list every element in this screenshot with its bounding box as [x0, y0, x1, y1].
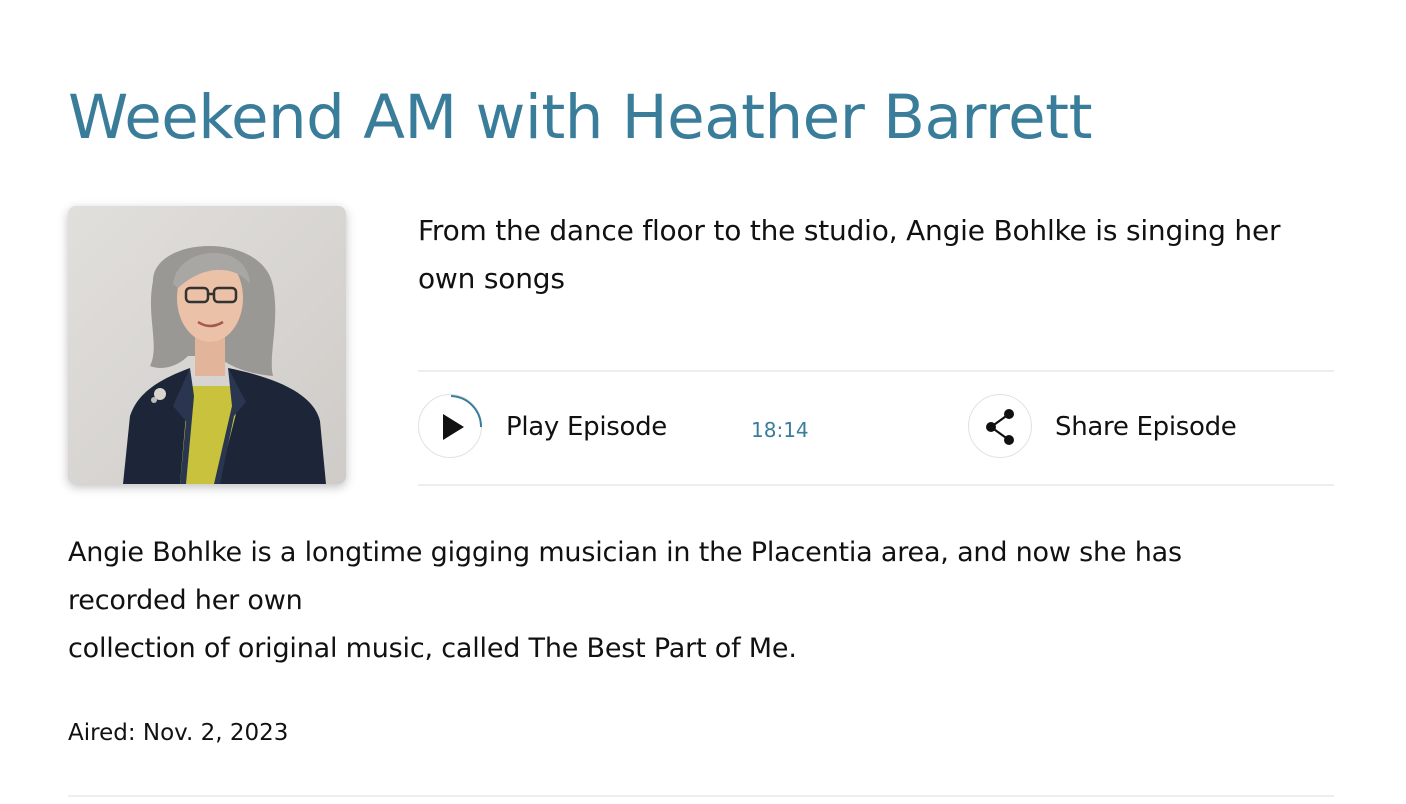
share-episode-button[interactable]: [968, 394, 1032, 458]
play-icon: [443, 395, 482, 440]
host-photo: [68, 206, 346, 484]
episode-duration: 18:14: [751, 418, 809, 442]
episode-subtitle: From the dance floor to the studio, Angi…: [418, 214, 1281, 295]
page-title: Weekend AM with Heather Barrett: [68, 82, 1093, 153]
episode-player-bar: Play Episode 18:14 Share Episode: [418, 370, 1334, 486]
play-episode-label[interactable]: Play Episode: [506, 410, 667, 444]
play-episode-button[interactable]: [418, 394, 482, 458]
description-line: Angie Bohlke is a longtime gigging music…: [68, 537, 1182, 616]
share-icon: [986, 409, 1014, 445]
aired-date: Aired: Nov. 2, 2023: [68, 720, 289, 746]
share-episode-label[interactable]: Share Episode: [1055, 410, 1237, 444]
episode-description: Angie Bohlke is a longtime gigging music…: [68, 529, 1298, 673]
divider: [68, 795, 1334, 797]
description-line: collection of original music, called The…: [68, 633, 797, 664]
